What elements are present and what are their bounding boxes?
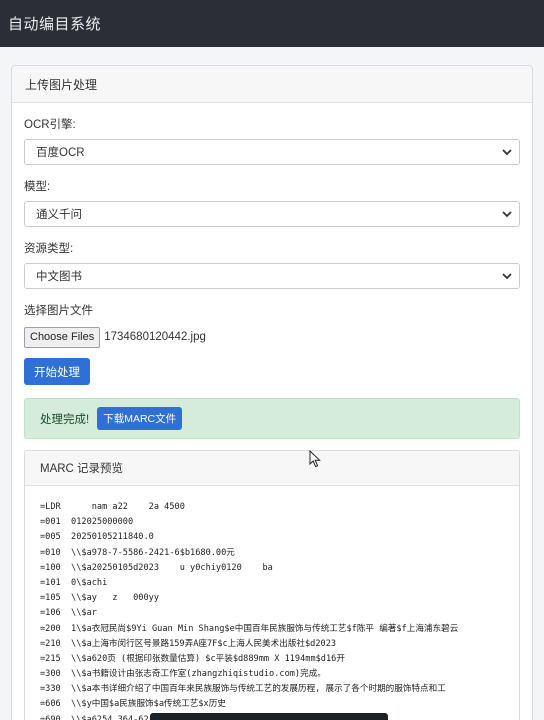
marc-line: =210 \\$a上海市闵行区号景路159弄A座7F$c上海人民美术出版社$d2… xyxy=(40,638,337,649)
card-header: 上传图片处理 xyxy=(12,66,532,103)
choose-files-button[interactable]: Choose Files xyxy=(24,326,101,348)
marc-line: =330 \\$a本书详细介绍了中国百年来民族服饰与传统工艺的发展历程, 展示了… xyxy=(40,684,446,695)
ocr-engine-select[interactable]: 百度OCR xyxy=(24,139,520,165)
marc-line: =300 \\$a书籍设计由张志奇工作室(zhangzhiqistudio.co… xyxy=(40,669,326,680)
resource-type-select[interactable]: 中文图书 xyxy=(24,263,520,289)
marc-line: =010 \\$a978-7-5586-2421-6$b1680.00元 xyxy=(40,547,235,558)
marc-line: =106 \\$ar xyxy=(40,608,97,619)
marc-preview-header: MARC 记录预览 xyxy=(25,451,519,486)
ocr-engine-label: OCR引擎: xyxy=(24,119,76,131)
marc-line: =100 \\$a20250105d2023 u y0chiy0120 ba xyxy=(40,562,273,573)
ocr-engine-value: 百度OCR xyxy=(36,147,85,159)
download-marc-button[interactable]: 下载MARC文件 xyxy=(97,407,183,430)
model-select[interactable]: 通义千问 xyxy=(24,201,520,227)
alert-message: 处理完成! xyxy=(40,413,90,426)
mouse-cursor-icon xyxy=(309,450,321,468)
marc-line: =606 \\$y中国$a民族服饰$a传统工艺$x历史 xyxy=(40,699,226,710)
file-label: 选择图片文件 xyxy=(24,305,93,317)
file-input: Choose Files 1734680120442.jpg xyxy=(24,326,520,348)
marc-line: =001 012025000000 xyxy=(40,517,134,528)
model-value: 通义千问 xyxy=(36,209,82,221)
marc-line: =005 20250105211840.0 xyxy=(40,532,154,543)
top-navbar: 自动编目系统 xyxy=(0,0,544,47)
marc-preview-card: MARC 记录预览 =LDR nam a22 2a 4500 =001 01202… xyxy=(24,450,520,720)
marc-line: =215 \\$a620页 (根据印张数量估算) $c平装$d889mm X 1… xyxy=(40,653,345,664)
resource-type-label: 资源类型: xyxy=(24,243,74,255)
app-title[interactable]: 自动编目系统 xyxy=(8,13,101,34)
success-alert: 处理完成! 下载MARC文件 xyxy=(24,398,520,439)
chevron-down-icon xyxy=(501,146,513,158)
marc-line: =101 0\$achi xyxy=(40,577,108,588)
upload-card: 上传图片处理 OCR引擎: 百度OCR 模型: 通义千问 资源类型: 中文图书 … xyxy=(11,65,533,720)
marc-line: =200 1\$a衣冠民尚$9Yi Guan Min Shang$e中国百年民族… xyxy=(40,623,459,634)
resource-type-value: 中文图书 xyxy=(36,271,82,283)
bottom-overlay-bar xyxy=(150,713,388,720)
start-processing-button[interactable]: 开始处理 xyxy=(24,358,90,385)
marc-record-text: =LDR nam a22 2a 4500 =001 012025000000 =00… xyxy=(25,486,519,720)
marc-line: =LDR nam a22 2a 4500 xyxy=(40,502,185,512)
marc-line: =105 \\$ay z 000yy xyxy=(40,593,159,604)
chevron-down-icon xyxy=(501,270,513,282)
file-name: 1734680120442.jpg xyxy=(104,331,206,343)
model-label: 模型: xyxy=(24,181,51,193)
chevron-down-icon xyxy=(501,208,513,220)
